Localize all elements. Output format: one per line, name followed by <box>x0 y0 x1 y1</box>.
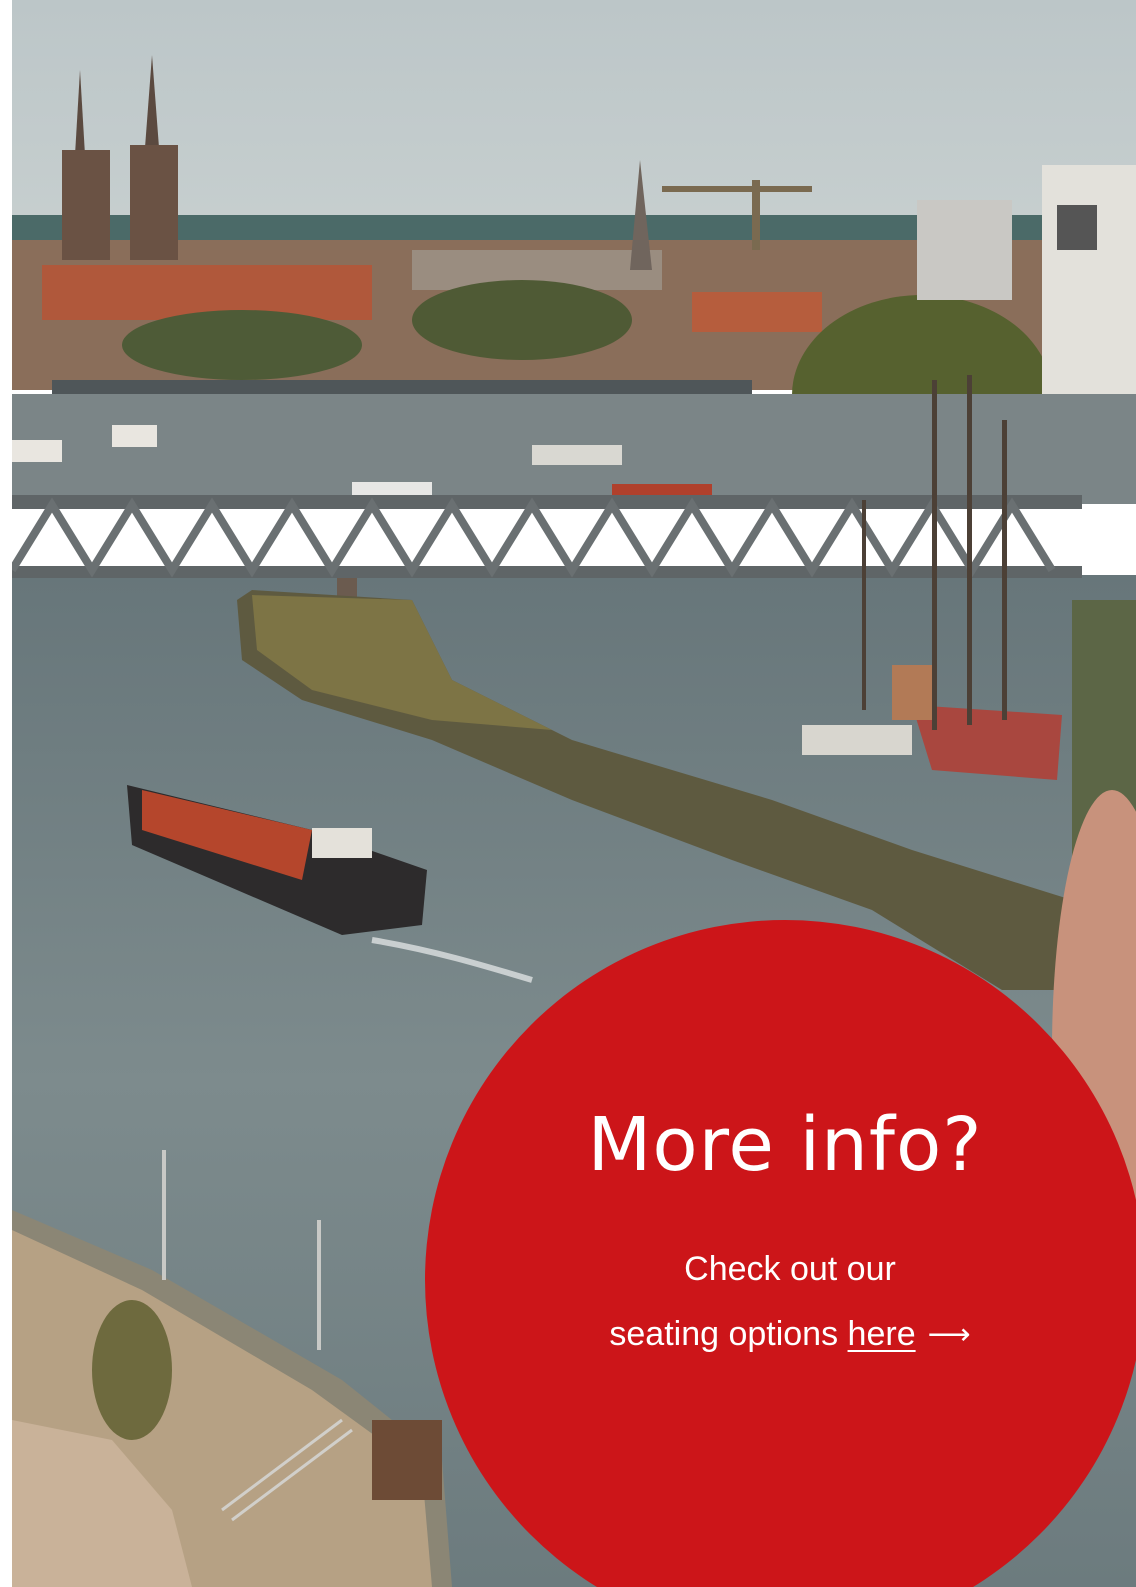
info-heading: More info? <box>587 1102 983 1188</box>
left-margin <box>0 0 12 1587</box>
info-text-line2: seating options here ⟶ <box>425 1317 1136 1351</box>
arrow-right-icon[interactable]: ⟶ <box>928 1320 971 1350</box>
seating-options-link[interactable]: here <box>848 1315 916 1353</box>
info-line1-text: Check out our <box>684 1250 896 1288</box>
info-text-line1: Check out our <box>425 1252 1136 1286</box>
page: More info? Check out our seating options… <box>0 0 1136 1587</box>
info-line2-prefix: seating options <box>609 1315 848 1353</box>
